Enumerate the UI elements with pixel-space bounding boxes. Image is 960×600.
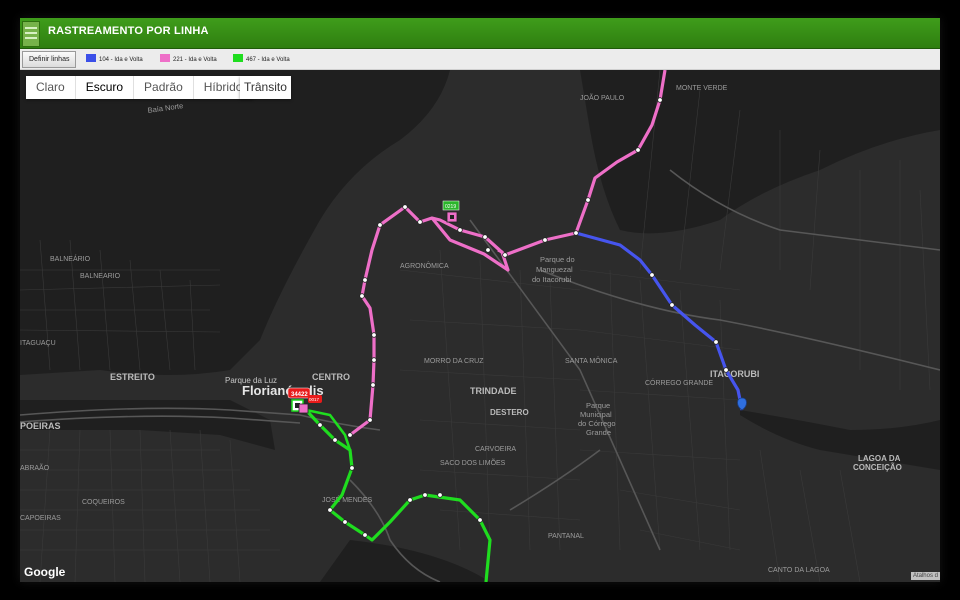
district-label: CENTRO bbox=[312, 372, 350, 382]
map-type-claro[interactable]: Claro bbox=[26, 76, 76, 99]
poi-label: Grande bbox=[586, 428, 611, 437]
district-label: JOÃO PAULO bbox=[580, 93, 625, 102]
district-label: MORRO DA CRUZ bbox=[424, 358, 484, 365]
map-canvas[interactable]: Florianópolis CENTRO ESTREITO TRINDADE I… bbox=[20, 70, 940, 582]
district-label: CÓRREGO GRANDE bbox=[645, 378, 713, 387]
district-label: PANTANAL bbox=[548, 533, 584, 540]
district-label: SANTA MÔNICA bbox=[565, 356, 618, 365]
poi-label: Parque do bbox=[540, 255, 575, 264]
map-type-selector: Claro Escuro Padrão Híbrido bbox=[26, 76, 254, 99]
page-title: RASTREAMENTO POR LINHA bbox=[48, 25, 209, 37]
district-label: CANTO DA LAGOA bbox=[768, 567, 830, 574]
district-label: BALNEÁRIO bbox=[50, 254, 91, 263]
district-label: MONTE VERDE bbox=[676, 85, 728, 92]
vehicle-id: 34422 bbox=[291, 392, 308, 398]
legend-swatch bbox=[233, 54, 243, 62]
app-window: RASTREAMENTO POR LINHA Definir linhas 10… bbox=[20, 18, 940, 582]
map-attribution[interactable]: Atalhos d bbox=[910, 572, 940, 580]
google-logo: Google bbox=[24, 565, 66, 579]
district-label: COQUEIROS bbox=[82, 499, 125, 506]
legend-swatch bbox=[160, 54, 170, 62]
toolbar: Definir linhas 104 - Ida e Volta 221 - I… bbox=[20, 49, 940, 70]
district-label: ESTREITO bbox=[110, 372, 155, 382]
poi-label: Parque bbox=[586, 401, 610, 410]
legend-swatch bbox=[86, 54, 96, 62]
menu-icon[interactable] bbox=[22, 21, 40, 47]
vehicle-id: 0017 bbox=[309, 397, 320, 402]
district-label: SACO DOS LIMÕES bbox=[440, 458, 506, 467]
poi-label: Manguezal bbox=[536, 265, 573, 274]
district-label: CAPOEIRAS bbox=[20, 515, 61, 522]
district-label: ITAGUAÇU bbox=[20, 340, 56, 347]
district-label: DESTERO bbox=[490, 408, 529, 417]
poi-label: Municipal bbox=[580, 410, 612, 419]
header-bar: RASTREAMENTO POR LINHA bbox=[20, 18, 940, 49]
water-area bbox=[320, 540, 490, 582]
district-label: LAGOA DA bbox=[858, 454, 901, 463]
map-svg: Florianópolis CENTRO ESTREITO TRINDADE I… bbox=[20, 70, 940, 582]
district-label: ITACORUBI bbox=[710, 369, 759, 379]
district-label: ABRAÃO bbox=[20, 463, 50, 472]
define-lines-button[interactable]: Definir linhas bbox=[22, 51, 77, 68]
lagoon bbox=[740, 410, 940, 470]
transit-toggle[interactable]: Trânsito bbox=[240, 76, 291, 99]
map-type-escuro[interactable]: Escuro bbox=[76, 76, 135, 99]
poi-label: do Itacorubi bbox=[532, 275, 572, 284]
district-label: CONCEIÇÃO bbox=[853, 463, 902, 472]
vehicle-marker-221[interactable]: 0219 bbox=[442, 200, 460, 223]
vehicle-id: 0219 bbox=[445, 204, 456, 210]
legend-item-467[interactable]: 467 - Ida e Volta bbox=[233, 54, 290, 63]
location-pin-icon[interactable] bbox=[737, 397, 747, 411]
district-label: CARVOEIRA bbox=[475, 446, 516, 453]
district-label: BALNEARIO bbox=[80, 273, 121, 280]
district-label: AGRONÔMICA bbox=[400, 261, 449, 270]
poi-label: Parque da Luz bbox=[225, 376, 277, 385]
district-label: TRINDADE bbox=[470, 386, 517, 396]
legend-item-104[interactable]: 104 - Ida e Volta bbox=[86, 54, 143, 63]
legend-item-221[interactable]: 221 - Ida e Volta bbox=[160, 54, 217, 63]
poi-label: do Córrego bbox=[578, 419, 616, 428]
map-type-padrao[interactable]: Padrão bbox=[134, 76, 194, 99]
district-label: POEIRAS bbox=[20, 421, 61, 431]
district-label: JOSÉ MENDES bbox=[322, 495, 373, 504]
